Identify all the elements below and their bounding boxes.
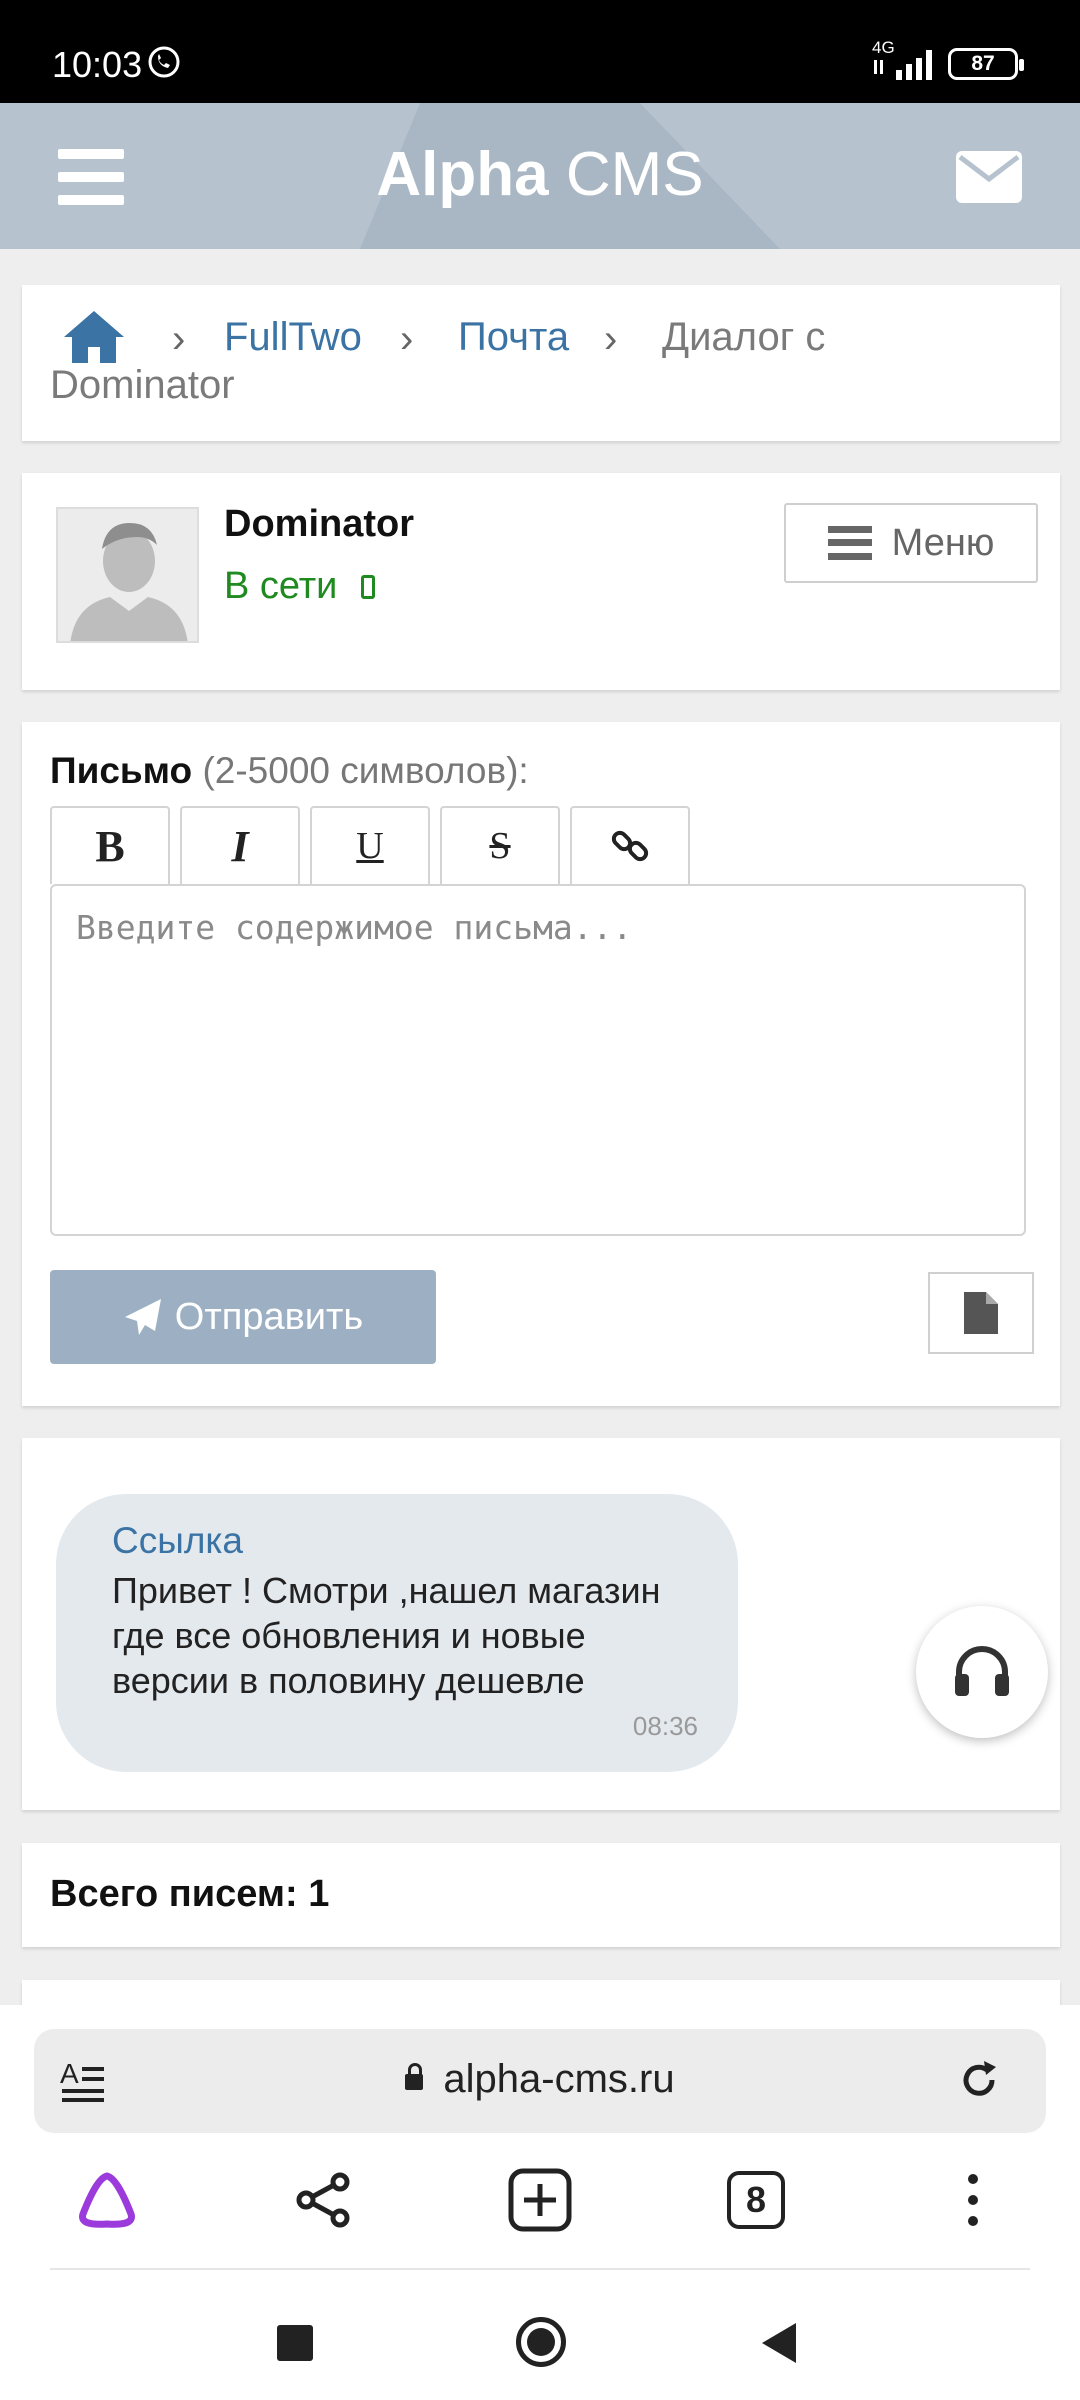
- breadcrumb: › FullTwo › Почта › Диалог с Dominator: [22, 285, 1060, 441]
- total-messages: Всего писем: 1: [22, 1843, 1060, 1947]
- attach-file-button[interactable]: [928, 1272, 1034, 1354]
- tabs-button[interactable]: 8: [721, 2165, 791, 2235]
- compose-label-hint: (2-5000 символов):: [202, 750, 529, 791]
- support-chat-button[interactable]: [916, 1606, 1048, 1738]
- menu-button[interactable]: Меню: [784, 503, 1038, 583]
- send-button-label: Отправить: [174, 1295, 364, 1338]
- breadcrumb-separator: ›: [604, 317, 618, 361]
- link-button[interactable]: [570, 806, 690, 884]
- battery-icon: 87: [948, 48, 1024, 80]
- message-bubble[interactable]: Ссылка Привет ! Смотри ,нашел магазин гд…: [56, 1494, 738, 1772]
- breadcrumb-link-mail[interactable]: Почта: [458, 313, 569, 361]
- send-button[interactable]: Отправить: [50, 1270, 436, 1364]
- avatar[interactable]: [56, 507, 199, 643]
- address-bar[interactable]: A alpha-cms.ru: [34, 2029, 1046, 2133]
- home-button-icon[interactable]: [516, 2317, 566, 2367]
- home-icon[interactable]: [62, 309, 126, 365]
- bold-button[interactable]: B: [50, 806, 170, 884]
- underline-button[interactable]: U: [310, 806, 430, 884]
- file-icon: [964, 1292, 998, 1334]
- status-indicators: 4G 87: [872, 38, 1024, 84]
- breadcrumb-link-fulltwo[interactable]: FullTwo: [224, 313, 362, 361]
- system-nav-bar: [0, 2305, 1080, 2395]
- compose-label-bold: Письмо: [50, 750, 193, 791]
- back-button-icon[interactable]: [762, 2323, 796, 2363]
- status-bar: 10:03 4G 87: [0, 0, 1080, 103]
- viber-icon: [148, 46, 180, 78]
- compose-card: Письмо (2-5000 символов): B I U S Введит…: [22, 722, 1060, 1406]
- status-time: 10:03: [52, 44, 143, 85]
- headphones-icon: [955, 1646, 1009, 1696]
- tabs-count: 8: [727, 2171, 785, 2229]
- new-tab-icon[interactable]: [505, 2165, 575, 2235]
- more-options-icon[interactable]: [938, 2165, 1008, 2235]
- message-link[interactable]: Ссылка: [112, 1520, 682, 1562]
- mobile-device-icon: [361, 574, 376, 599]
- online-status-text: В сети: [224, 565, 338, 607]
- breadcrumb-separator: ›: [172, 317, 186, 361]
- share-icon[interactable]: [289, 2165, 359, 2235]
- menu-button-label: Меню: [891, 521, 995, 564]
- message-time: 08:36: [632, 1711, 698, 1741]
- message-text: Привет ! Смотри ,нашел магазин где все о…: [112, 1570, 661, 1701]
- breadcrumb-current-part1: Диалог с: [662, 315, 826, 359]
- reload-icon[interactable]: [958, 2059, 1000, 2101]
- url-text: alpha-cms.ru: [443, 2057, 675, 2101]
- breadcrumb-separator: ›: [400, 317, 414, 361]
- user-name[interactable]: Dominator: [224, 503, 414, 546]
- format-toolbar: B I U S: [50, 806, 690, 884]
- browser-nav-bar: 8: [0, 2165, 1080, 2265]
- network-type: 4G: [872, 38, 895, 57]
- menu-lines-icon: [827, 526, 872, 560]
- app-title-regular: CMS: [565, 140, 704, 209]
- signal-icon: 4G: [872, 38, 938, 82]
- avatar-placeholder-icon: [58, 509, 197, 641]
- message-textarea[interactable]: Введите содержимое письма...: [50, 884, 1026, 1236]
- compose-label: Письмо (2-5000 символов):: [50, 750, 529, 792]
- url-display[interactable]: alpha-cms.ru: [34, 2057, 1046, 2102]
- profile-card: Dominator В сети Меню: [22, 473, 1060, 690]
- lock-icon: [405, 2063, 424, 2090]
- paper-plane-icon: [124, 1299, 161, 1335]
- link-icon: [611, 830, 649, 862]
- mail-icon[interactable]: [956, 151, 1022, 203]
- breadcrumb-current-part2: Dominator: [50, 363, 235, 407]
- battery-level: 87: [971, 52, 995, 75]
- browser-toolbar: A alpha-cms.ru 8: [0, 2005, 1080, 2400]
- recent-apps-icon[interactable]: [277, 2325, 313, 2361]
- app-header: Alpha CMS: [0, 103, 1080, 249]
- browser-divider: [50, 2268, 1030, 2270]
- alice-assistant-icon[interactable]: [72, 2165, 142, 2235]
- app-title-bold: Alpha: [376, 140, 549, 209]
- strikethrough-button[interactable]: S: [440, 806, 560, 884]
- italic-button[interactable]: I: [180, 806, 300, 884]
- messages-card: Ссылка Привет ! Смотри ,нашел магазин гд…: [22, 1438, 1060, 1810]
- app-title[interactable]: Alpha CMS: [0, 139, 1080, 210]
- online-status: В сети: [224, 565, 376, 608]
